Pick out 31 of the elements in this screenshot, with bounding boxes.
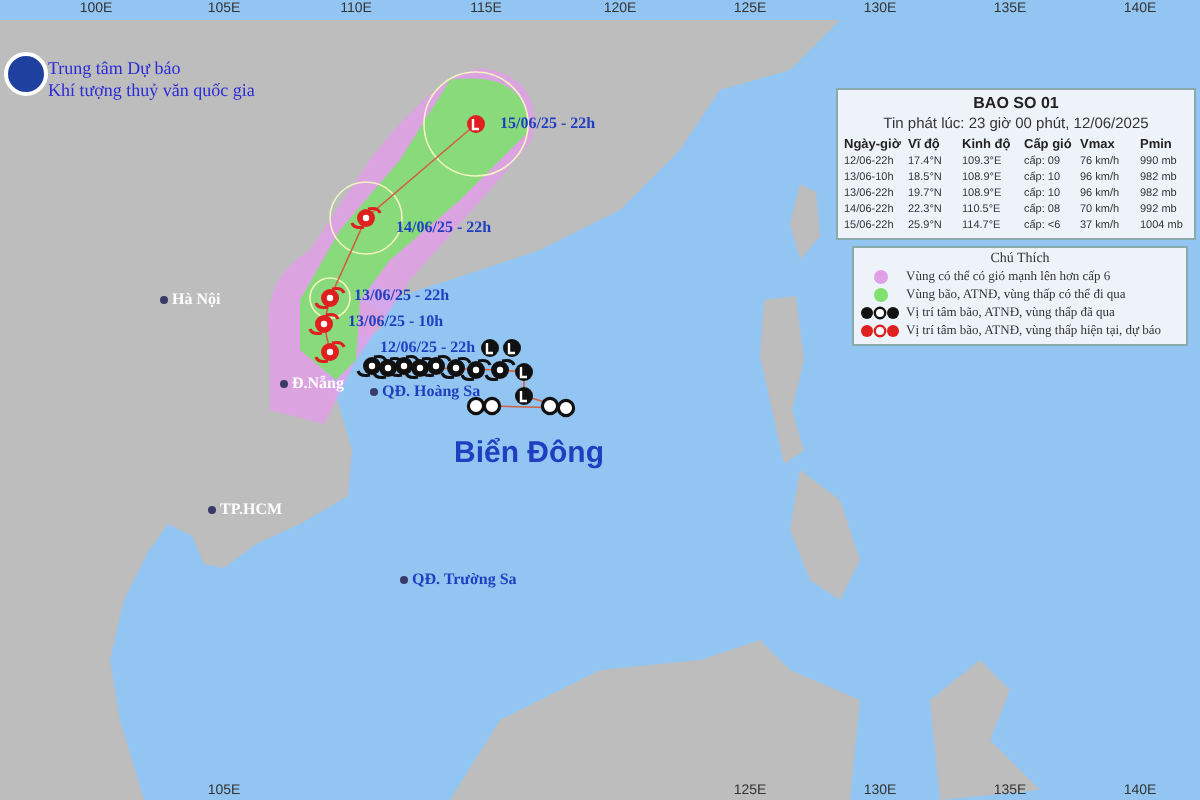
- city-marker-icon: [208, 505, 216, 513]
- storm-icon: [314, 286, 346, 310]
- island-marker-icon: [370, 387, 378, 395]
- agency-name: Khí tượng thuỷ văn quốc gia: [48, 80, 255, 102]
- storm-icon: [314, 340, 346, 364]
- sea-label: Biển Đông: [454, 436, 604, 470]
- storm-icon: [420, 354, 452, 378]
- low-pressure-icon: [467, 115, 485, 133]
- city-marker-icon: [160, 295, 168, 303]
- island-drawing: [930, 660, 1040, 800]
- low-pressure-icon: [481, 339, 499, 357]
- place-label: TP.HCM: [220, 500, 283, 518]
- storm-icon: [308, 312, 340, 336]
- low-pressure-icon: [515, 363, 533, 381]
- low-pressure-icon: [503, 339, 521, 357]
- place-label: QĐ. Hoàng Sa: [382, 382, 481, 400]
- track-label: 15/06/25 - 22h: [500, 114, 596, 132]
- storm-icon: [440, 356, 472, 380]
- storm-icon: [460, 358, 492, 382]
- agency-name: Trung tâm Dự báo: [48, 58, 183, 80]
- storm-icon: [484, 358, 516, 382]
- bulletin-title: BAO SO 01: [973, 94, 1059, 114]
- island-drawing: [790, 184, 820, 260]
- place-label: Hà Nội: [172, 290, 221, 308]
- place-label: QĐ. Trường Sa: [412, 570, 517, 588]
- track-label: 12/06/25 - 22h: [380, 338, 476, 356]
- island-marker-icon: [400, 575, 408, 583]
- low-pressure-icon: [515, 387, 533, 405]
- place-label: Đ.Nẵng: [292, 374, 345, 392]
- storm-icon: [350, 206, 382, 230]
- city-marker-icon: [280, 379, 288, 387]
